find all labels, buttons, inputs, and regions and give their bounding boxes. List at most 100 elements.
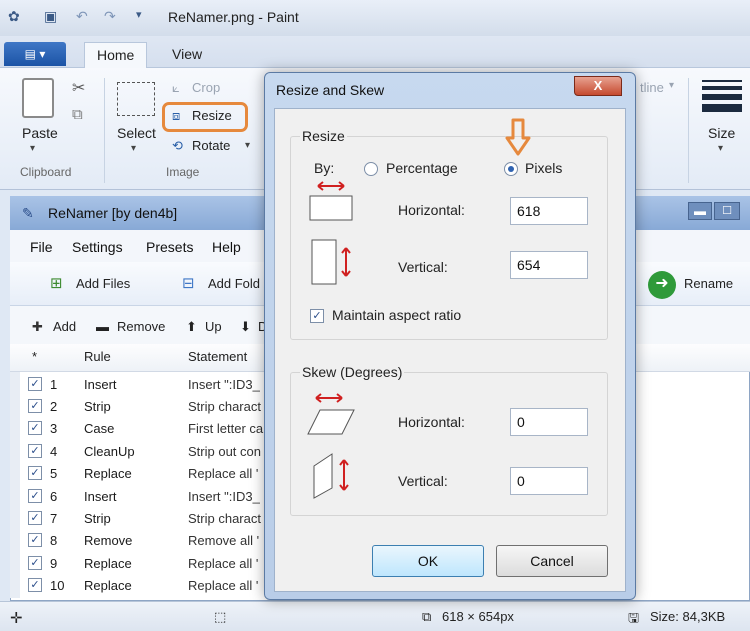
quick-access-dropdown-icon[interactable]: ▾	[136, 8, 142, 21]
row-number: 10	[50, 578, 65, 593]
row-number: 2	[50, 399, 58, 414]
selection-size-icon: ⬚	[214, 609, 227, 624]
horizontal-skew-icon	[307, 393, 355, 435]
rotate-button[interactable]: Rotate	[192, 138, 230, 153]
menu-file[interactable]: File	[30, 239, 53, 255]
row-statement: Replace all '	[188, 578, 259, 593]
row-statement: Strip out con	[188, 444, 261, 459]
row-rule: Strip	[84, 399, 111, 414]
paste-icon[interactable]	[22, 78, 54, 118]
row-checkbox[interactable]: ✓	[28, 511, 42, 525]
row-checkbox[interactable]: ✓	[28, 533, 42, 547]
rotate-icon: ⟲	[172, 138, 183, 153]
minimize-button[interactable]: ▬	[688, 202, 712, 220]
rotate-dropdown-icon[interactable]: ▾	[245, 140, 250, 151]
undo-icon[interactable]: ↶	[76, 8, 88, 25]
rules-grid-scrollbar[interactable]	[10, 372, 20, 598]
maintain-aspect-checkbox[interactable]: ✓	[310, 309, 324, 323]
rename-button[interactable]: Rename	[684, 276, 733, 291]
dialog-close-button[interactable]: X	[574, 76, 622, 96]
row-checkbox[interactable]: ✓	[28, 578, 42, 592]
cut-icon[interactable]: ✂	[72, 78, 85, 98]
row-rule: Case	[84, 421, 115, 436]
vertical-label: Vertical:	[398, 259, 448, 275]
save-icon[interactable]: ▣	[44, 8, 57, 25]
cursor-position-icon: ✛	[10, 610, 23, 627]
outline-button[interactable]: tline	[640, 80, 664, 95]
column-rule[interactable]: Rule	[84, 349, 111, 364]
renamer-app-icon: ✎	[22, 205, 34, 221]
menu-help[interactable]: Help	[212, 239, 241, 255]
pixels-radio[interactable]	[504, 162, 518, 176]
size-dropdown-icon[interactable]: ▾	[718, 143, 723, 154]
redo-icon[interactable]: ↷	[104, 8, 116, 25]
vertical-input[interactable]: 654	[510, 251, 588, 279]
clipboard-group-label: Clipboard	[20, 165, 72, 179]
row-rule: CleanUp	[84, 444, 135, 459]
row-checkbox[interactable]: ✓	[28, 489, 42, 503]
select-dropdown-icon[interactable]: ▾	[131, 143, 136, 154]
row-statement: Remove all '	[188, 533, 260, 548]
paste-dropdown-icon[interactable]: ▾	[30, 143, 35, 154]
row-rule: Remove	[84, 533, 133, 548]
select-button[interactable]: Select	[117, 125, 156, 141]
copy-icon[interactable]: ⧉	[72, 106, 83, 123]
menu-presets[interactable]: Presets	[146, 239, 193, 255]
select-icon[interactable]	[117, 82, 155, 116]
row-number: 5	[50, 466, 58, 481]
column-statement[interactable]: Statement	[188, 349, 247, 364]
size-lines-icon[interactable]	[702, 80, 742, 112]
add-folders-icon: ⊟	[182, 275, 195, 292]
remove-rule-button[interactable]: Remove	[117, 319, 165, 334]
row-statement: Insert ":ID3_	[188, 377, 260, 392]
move-down-icon: ⬇	[240, 319, 251, 334]
image-dimensions-icon: ⧉	[422, 609, 432, 624]
skew-group-label: Skew (Degrees)	[300, 364, 405, 380]
maximize-button[interactable]: ☐	[714, 202, 740, 220]
row-rule: Replace	[84, 556, 132, 571]
add-rule-button[interactable]: Add	[53, 319, 76, 334]
horizontal-label: Horizontal:	[398, 202, 465, 218]
skew-vertical-input[interactable]: 0	[510, 467, 588, 495]
move-up-button[interactable]: Up	[205, 319, 222, 334]
add-folders-button[interactable]: Add Fold	[208, 276, 260, 291]
skew-horizontal-input[interactable]: 0	[510, 408, 588, 436]
size-button[interactable]: Size	[708, 125, 735, 141]
percentage-label[interactable]: Percentage	[386, 160, 458, 176]
ok-button[interactable]: OK	[372, 545, 484, 577]
vertical-skew-icon	[313, 453, 349, 499]
cancel-button[interactable]: Cancel	[496, 545, 608, 577]
row-statement: First letter ca	[188, 421, 264, 436]
crop-button[interactable]: Crop	[192, 80, 220, 95]
percentage-radio[interactable]	[364, 162, 378, 176]
add-files-button[interactable]: Add Files	[76, 276, 130, 291]
row-checkbox[interactable]: ✓	[28, 421, 42, 435]
row-checkbox[interactable]: ✓	[28, 399, 42, 413]
file-menu-button[interactable]: ▤ ▾	[4, 42, 66, 66]
ribbon-separator	[104, 78, 105, 183]
tab-home[interactable]: Home	[84, 42, 148, 69]
horizontal-input[interactable]: 618	[510, 197, 588, 225]
row-rule: Strip	[84, 511, 111, 526]
row-number: 8	[50, 533, 58, 548]
image-dimensions: 618 × 654px	[442, 609, 514, 624]
pixels-arrow-annotation	[505, 118, 531, 156]
row-checkbox[interactable]: ✓	[28, 556, 42, 570]
column-marker[interactable]: *	[32, 349, 37, 364]
pixels-label[interactable]: Pixels	[525, 160, 562, 176]
row-statement: Strip charact	[188, 399, 261, 414]
row-checkbox[interactable]: ✓	[28, 444, 42, 458]
maintain-aspect-label[interactable]: Maintain aspect ratio	[332, 307, 461, 323]
by-label: By:	[314, 160, 335, 176]
row-statement: Strip charact	[188, 511, 261, 526]
remove-rule-icon: ▬	[96, 319, 109, 334]
add-rule-icon: ✚	[32, 319, 43, 334]
paste-button[interactable]: Paste	[22, 125, 58, 141]
row-checkbox[interactable]: ✓	[28, 466, 42, 480]
tab-view[interactable]: View	[160, 42, 214, 69]
row-checkbox[interactable]: ✓	[28, 377, 42, 391]
resize-button[interactable]: Resize	[192, 108, 232, 123]
menu-settings[interactable]: Settings	[72, 239, 123, 255]
outline-dropdown-icon[interactable]: ▾	[669, 80, 674, 91]
horizontal-resize-icon	[309, 181, 353, 221]
